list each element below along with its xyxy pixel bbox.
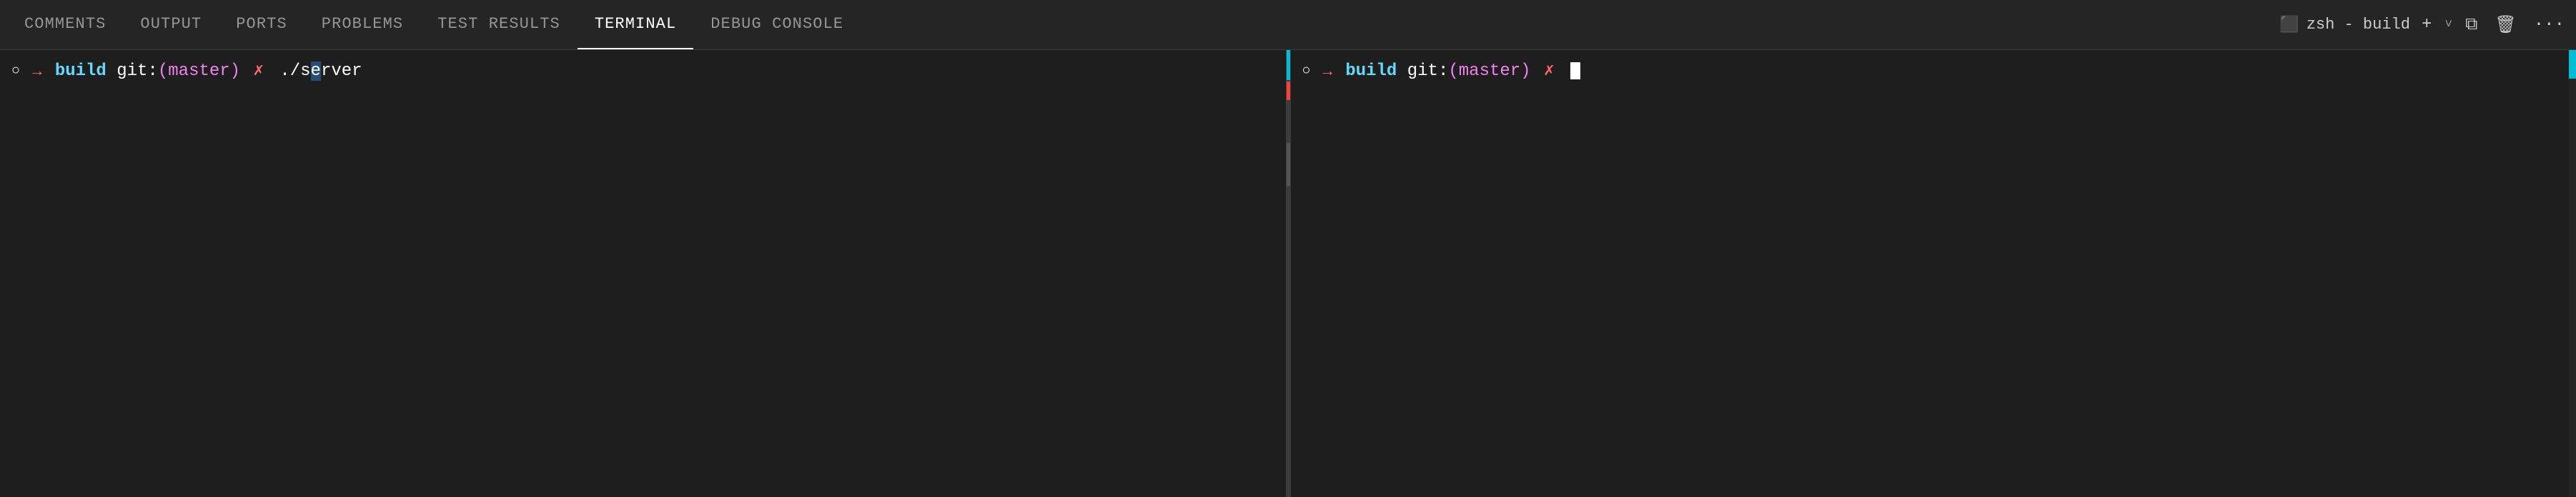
prompt-cmd-left: ./server bbox=[269, 59, 362, 84]
tab-debug-console[interactable]: DEBUG CONSOLE bbox=[693, 0, 861, 49]
terminal-line-right: ○ → build git: (master) ✗ bbox=[1302, 59, 2565, 84]
terminal-pane-right[interactable]: ○ → build git: (master) ✗ bbox=[1291, 50, 2576, 497]
right-actions: + ˅ ⧉ 🗑 ··· bbox=[2417, 11, 2569, 39]
prompt-branch-right: (master) bbox=[1448, 59, 1530, 84]
prompt-arrow-left: → bbox=[23, 60, 41, 84]
prompt-git-right: git: bbox=[1397, 59, 1448, 84]
prompt-circle-left: ○ bbox=[11, 61, 20, 82]
tab-problems[interactable]: PROBLEMS bbox=[304, 0, 420, 49]
right-edge-indicator bbox=[2569, 50, 2576, 79]
chevron-down-icon[interactable]: ˅ bbox=[2444, 18, 2452, 32]
add-terminal-button[interactable]: + bbox=[2417, 12, 2436, 37]
split-terminal-button[interactable]: ⧉ bbox=[2461, 12, 2482, 38]
prompt-x-left: ✗ bbox=[243, 59, 264, 84]
terminal-header-right: ⬛ zsh - build + ˅ ⧉ 🗑 ··· bbox=[2279, 11, 2569, 39]
prompt-circle-right: ○ bbox=[1302, 61, 1311, 82]
more-actions-button[interactable]: ··· bbox=[2530, 12, 2569, 37]
prompt-branch-left: (master) bbox=[158, 59, 240, 84]
terminal-icon: ⬛ bbox=[2279, 16, 2299, 34]
terminal-line-left: ○ → build git: (master) ✗ ./server bbox=[11, 59, 1274, 84]
splitter-bar-cyan bbox=[1287, 50, 1290, 80]
tab-output[interactable]: OUTPUT bbox=[123, 0, 219, 49]
trash-terminal-button[interactable]: 🗑 bbox=[2490, 11, 2520, 39]
prompt-arrow-right: → bbox=[1314, 60, 1332, 84]
terminal-pane-left[interactable]: ○ → build git: (master) ✗ ./server bbox=[0, 50, 1287, 497]
prompt-cursor-right bbox=[1560, 59, 1580, 84]
splitter-bar-red bbox=[1287, 82, 1290, 100]
tab-bar: COMMENTS OUTPUT PORTS PROBLEMS TEST RESU… bbox=[0, 0, 2576, 50]
terminal-title-label: zsh - build bbox=[2307, 16, 2410, 34]
prompt-dir-left: build bbox=[44, 59, 106, 84]
right-edge bbox=[2569, 50, 2576, 497]
tab-terminal[interactable]: TERMINAL bbox=[578, 0, 693, 49]
prompt-dir-right: build bbox=[1335, 59, 1397, 84]
tab-comments[interactable]: COMMENTS bbox=[7, 0, 123, 49]
splitter-bar-gray bbox=[1287, 143, 1290, 186]
prompt-git-left: git: bbox=[106, 59, 158, 84]
tab-test-results[interactable]: TEST RESULTS bbox=[420, 0, 578, 49]
terminal-area: ○ → build git: (master) ✗ ./server ○ → b… bbox=[0, 50, 2576, 497]
tab-ports[interactable]: PORTS bbox=[219, 0, 304, 49]
prompt-x-right: ✗ bbox=[1534, 59, 1555, 84]
